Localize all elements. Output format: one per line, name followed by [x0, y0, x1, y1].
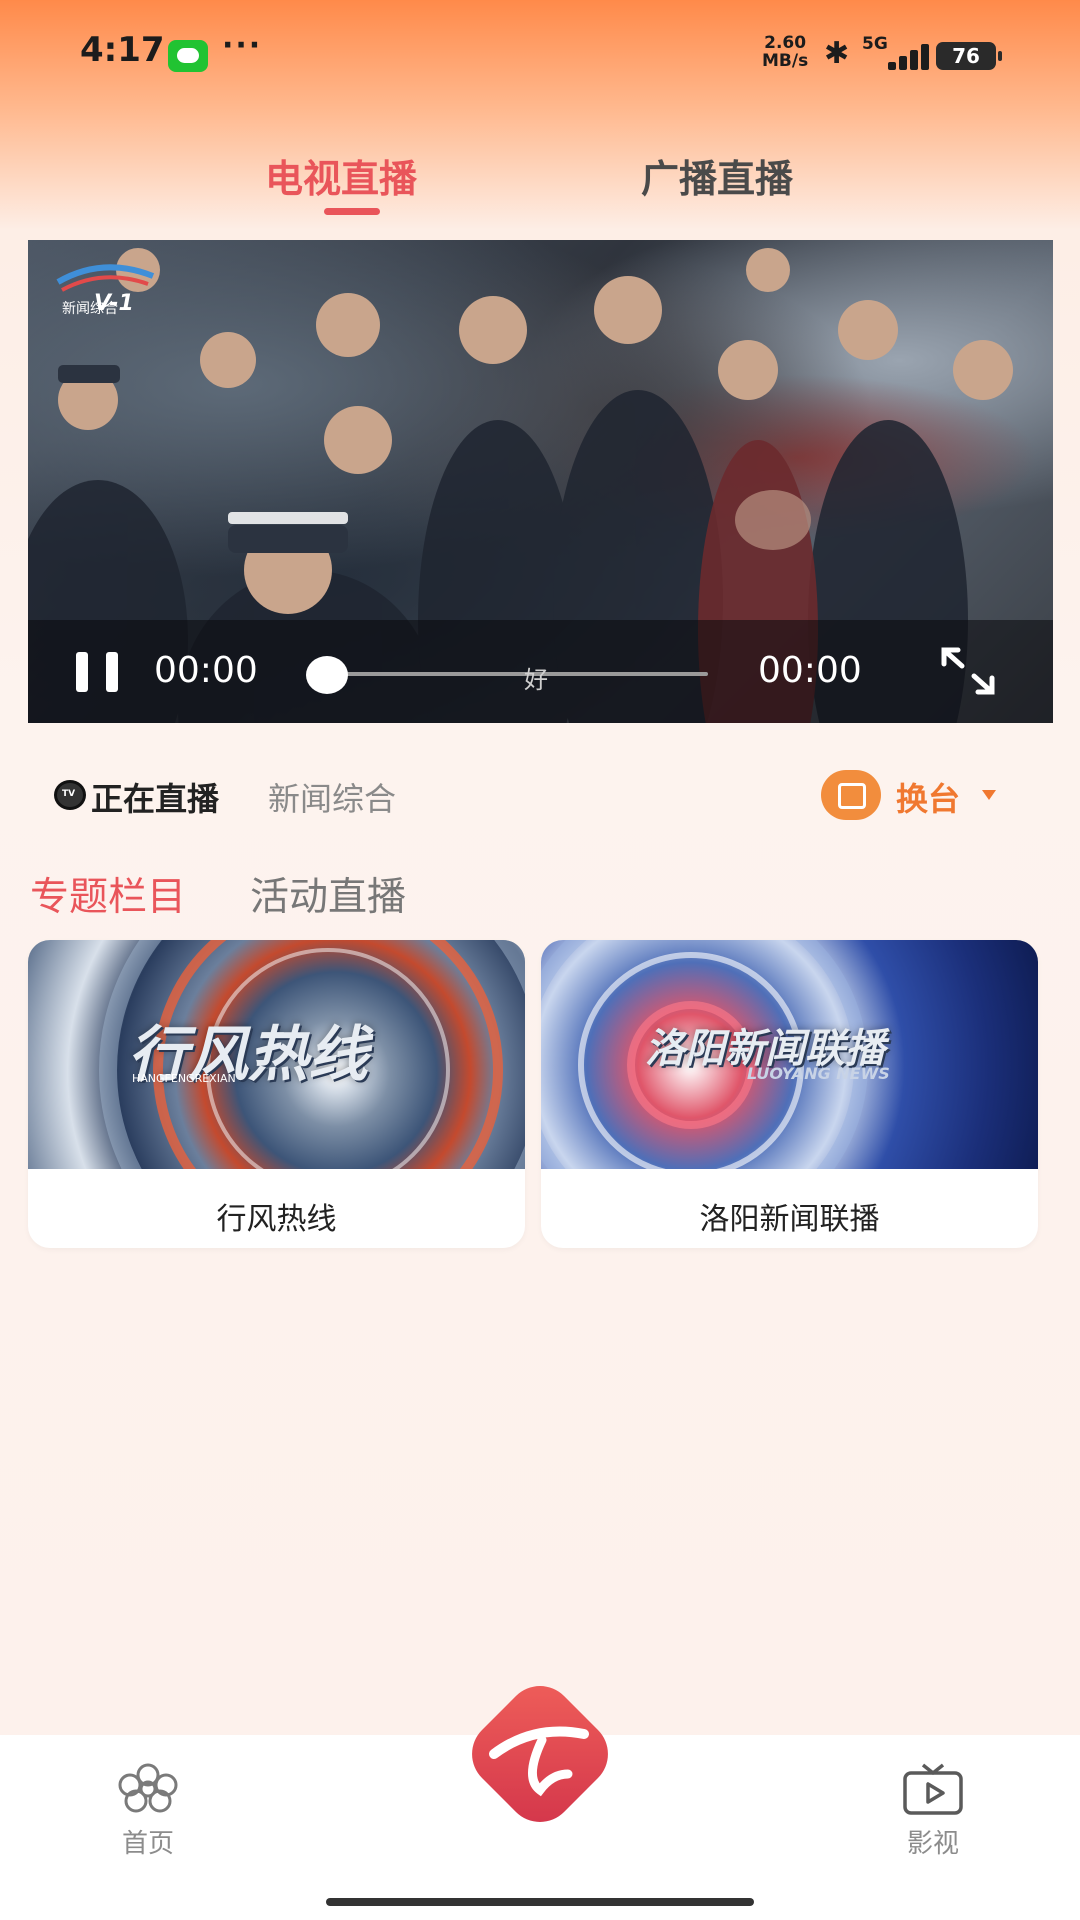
message-notification-icon: [168, 40, 208, 72]
tab-event-live[interactable]: 活动直播: [250, 866, 406, 922]
network-speed-value: 2.60: [764, 33, 807, 53]
pause-icon-bar-right: [106, 652, 118, 692]
live-label: 正在直播: [91, 780, 220, 818]
live-channel-name: 新闻综合: [268, 780, 397, 818]
switch-channel-button[interactable]: 换台: [896, 774, 960, 820]
nav-home-label: 首页: [121, 1829, 174, 1859]
program-card[interactable]: 行风热线 HANGFENGREXIAN 行风热线: [28, 940, 525, 1248]
tab-tv-live[interactable]: 电视直播: [265, 148, 417, 203]
signal-icon: [866, 40, 929, 70]
nav-video-label: 影视: [906, 1829, 959, 1859]
battery-icon: 76: [936, 42, 1002, 70]
status-bar: 4:17 ··· 2.60 MB/s ✱ 5G 76: [0, 0, 1080, 110]
fullscreen-icon[interactable]: [940, 646, 996, 696]
channel-logo-name: 新闻综合: [62, 301, 118, 317]
video-subtitle: 好: [524, 666, 548, 694]
bluetooth-icon: ✱: [824, 36, 850, 71]
program-card[interactable]: 洛阳新闻联播 LUOYANG NEWS 洛阳新闻联播: [541, 940, 1038, 1248]
program-thumbnail: 洛阳新闻联播 LUOYANG NEWS: [541, 940, 1038, 1169]
center-logo-button[interactable]: [454, 1668, 626, 1840]
nav-home[interactable]: 首页: [93, 1761, 203, 1860]
tab-indicator: [324, 208, 380, 215]
network-speed: 2.60 MB/s: [762, 34, 808, 70]
nav-video[interactable]: 影视: [878, 1761, 988, 1860]
tv-icon: [54, 780, 86, 810]
video-player[interactable]: V-1 新闻综合 00:00 好 00:00: [28, 240, 1053, 723]
progress-thumb[interactable]: [306, 656, 348, 694]
home-indicator: [326, 1898, 754, 1906]
pause-button[interactable]: [76, 652, 120, 692]
live-bar: 正在直播 新闻综合 换台: [28, 752, 1053, 836]
flower-icon: [118, 1763, 178, 1813]
program-logo-subtext: LUOYANG NEWS: [747, 1064, 890, 1083]
total-time: 00:00: [758, 650, 862, 691]
network-speed-unit: MB/s: [762, 51, 809, 71]
more-notifications-icon: ···: [222, 28, 263, 63]
top-tabs: 电视直播 广播直播: [0, 140, 1080, 220]
tv-play-icon: [903, 1763, 963, 1815]
program-thumbnail: 行风热线 HANGFENGREXIAN: [28, 940, 525, 1169]
pause-icon-bar-left: [76, 652, 88, 692]
video-controls: 00:00 好 00:00: [28, 620, 1053, 723]
chevron-down-icon[interactable]: [982, 790, 996, 800]
status-time: 4:17: [80, 30, 165, 70]
program-title: 洛阳新闻联播: [699, 1202, 880, 1237]
program-title: 行风热线: [216, 1202, 337, 1237]
current-time: 00:00: [154, 650, 258, 691]
tab-radio-live[interactable]: 广播直播: [641, 148, 793, 203]
tab-special-columns[interactable]: 专题栏目: [30, 866, 186, 922]
progress-track[interactable]: [328, 672, 708, 676]
switch-channel-icon[interactable]: [821, 770, 881, 820]
program-logo-subtext: HANGFENGREXIAN: [132, 1072, 236, 1085]
